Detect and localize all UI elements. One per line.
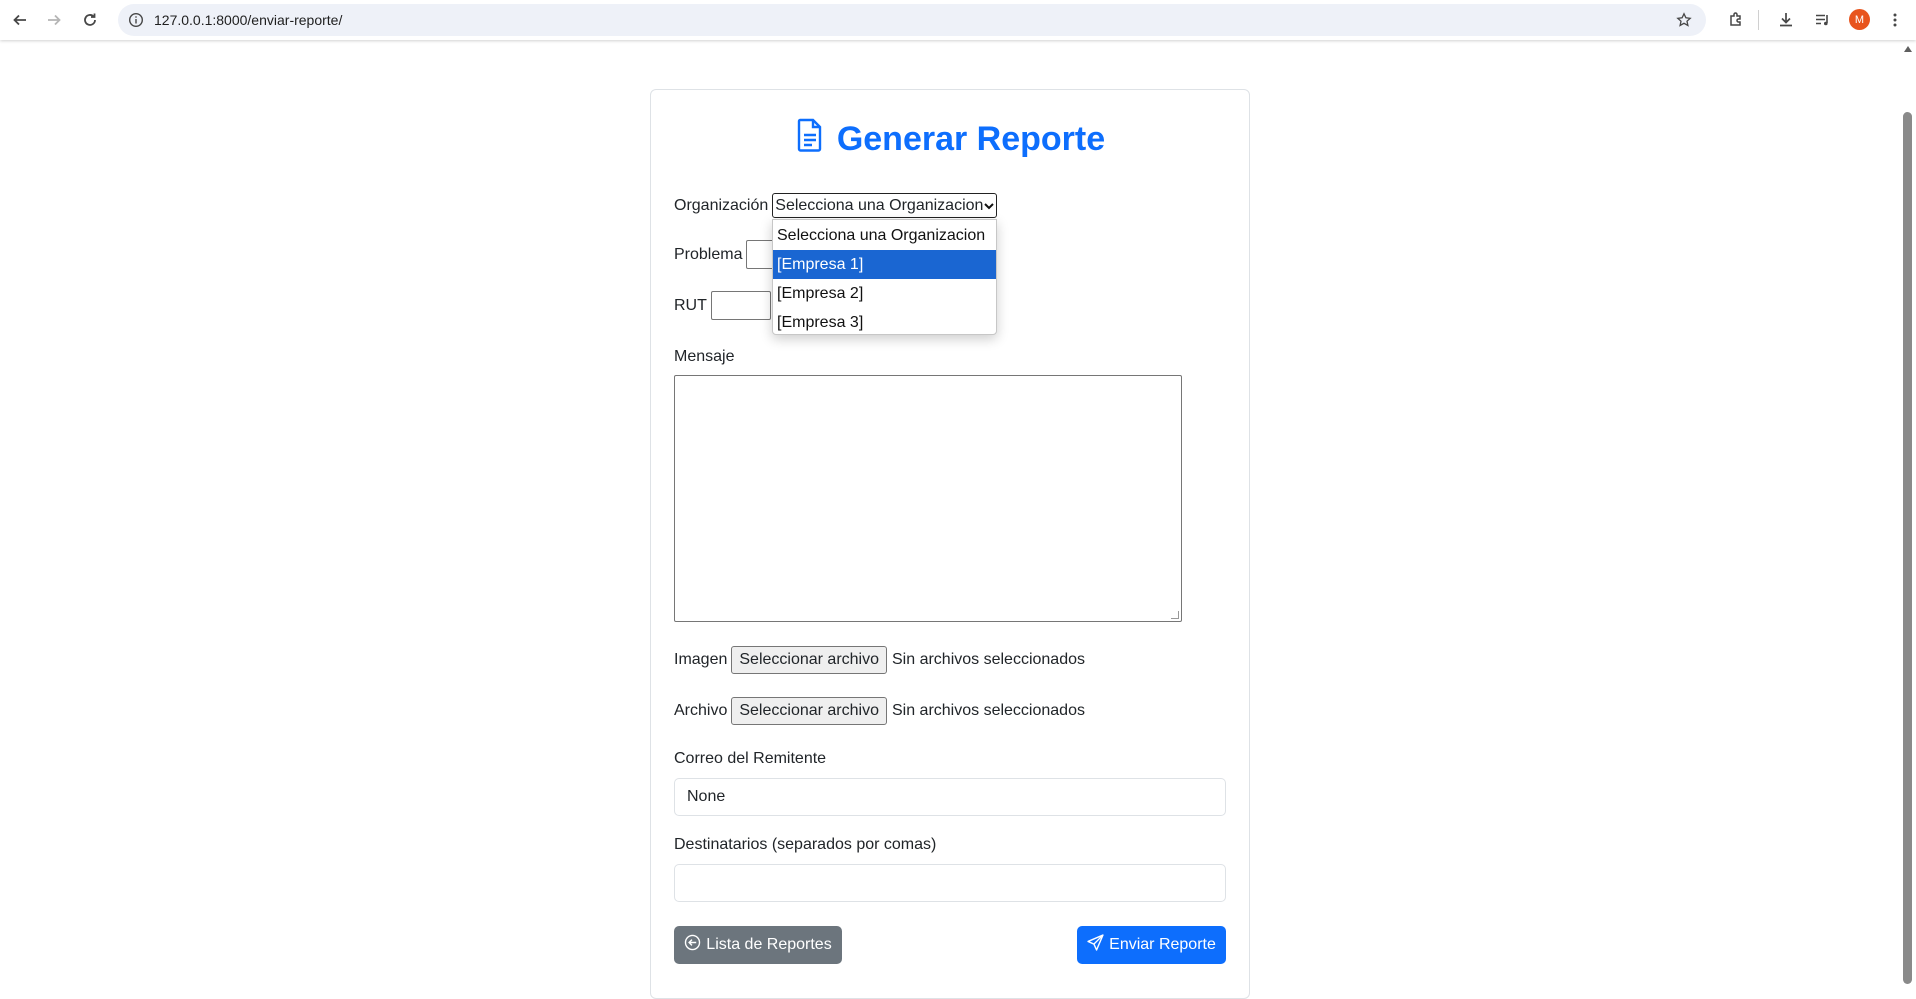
organization-option[interactable]: Selecciona una Organizacion <box>773 221 996 250</box>
rut-row: RUT <box>674 291 771 320</box>
file-row: Archivo Seleccionar archivo Sin archivos… <box>674 697 1085 725</box>
back-arrow-icon[interactable] <box>6 6 34 34</box>
organization-select[interactable]: Selecciona una Organizacion <box>772 193 998 218</box>
download-icon[interactable] <box>1772 6 1800 34</box>
media-control-icon[interactable] <box>1809 6 1837 34</box>
organization-select-value: Selecciona una Organizacion <box>775 196 984 214</box>
report-list-button[interactable]: Lista de Reportes <box>674 926 842 964</box>
bookmark-star-icon[interactable] <box>1674 10 1694 30</box>
problem-label: Problema <box>674 245 743 263</box>
url-text[interactable]: 127.0.0.1:8000/enviar-reporte/ <box>154 12 342 28</box>
image-file-status: Sin archivos seleccionados <box>892 651 1085 668</box>
browser-toolbar: 127.0.0.1:8000/enviar-reporte/ M <box>0 0 1916 40</box>
profile-avatar[interactable]: M <box>1849 9 1870 30</box>
send-report-button-label: Enviar Reporte <box>1109 936 1216 953</box>
forward-arrow-icon[interactable] <box>40 6 68 34</box>
page-title: Generar Reporte <box>651 118 1251 161</box>
report-list-button-label: Lista de Reportes <box>706 936 832 953</box>
send-report-button[interactable]: Enviar Reporte <box>1077 926 1226 964</box>
organization-option[interactable]: [Empresa 2] <box>773 279 996 308</box>
chevron-down-icon <box>984 197 994 215</box>
site-info-icon[interactable] <box>126 10 146 30</box>
send-icon <box>1087 934 1104 956</box>
rut-label: RUT <box>674 296 707 314</box>
message-textarea[interactable] <box>674 375 1182 622</box>
resize-handle[interactable] <box>1171 611 1179 619</box>
organization-option[interactable]: [Empresa 3] <box>773 308 996 337</box>
rut-input[interactable] <box>710 291 771 320</box>
organization-dropdown-list: Selecciona una Organizacion [Empresa 1] … <box>772 219 997 335</box>
image-label: Imagen <box>674 651 728 668</box>
recipients-label: Destinatarios (separados por comas) <box>674 836 937 853</box>
document-icon <box>797 118 823 161</box>
sender-email-label: Correo del Remitente <box>674 750 827 767</box>
image-row: Imagen Seleccionar archivo Sin archivos … <box>674 646 1085 674</box>
recipients-input[interactable] <box>674 864 1226 902</box>
page-title-text: Generar Reporte <box>836 120 1106 158</box>
attachment-file-button[interactable]: Seleccionar archivo <box>731 697 887 725</box>
extensions-icon[interactable] <box>1722 6 1750 34</box>
attachment-file-status: Sin archivos seleccionados <box>891 702 1085 719</box>
image-file-button[interactable]: Seleccionar archivo <box>731 646 887 674</box>
reload-icon[interactable] <box>76 6 104 34</box>
scroll-up-arrow-icon[interactable] <box>1904 46 1912 52</box>
browser-menu-icon[interactable] <box>1881 6 1909 34</box>
sender-email-input[interactable]: None <box>674 778 1226 816</box>
toolbar-divider <box>1758 10 1759 30</box>
address-bar[interactable]: 127.0.0.1:8000/enviar-reporte/ <box>118 4 1706 36</box>
arrow-left-circle-icon <box>684 934 701 956</box>
organization-row: Organización Selecciona una Organizacion <box>674 193 998 218</box>
page-scrollbar[interactable] <box>1900 40 1916 987</box>
scroll-thumb[interactable] <box>1903 112 1912 984</box>
organization-label: Organización <box>674 196 769 214</box>
message-label: Mensaje <box>674 348 735 365</box>
file-label: Archivo <box>674 702 728 719</box>
organization-option[interactable]: [Empresa 1] <box>773 250 996 279</box>
